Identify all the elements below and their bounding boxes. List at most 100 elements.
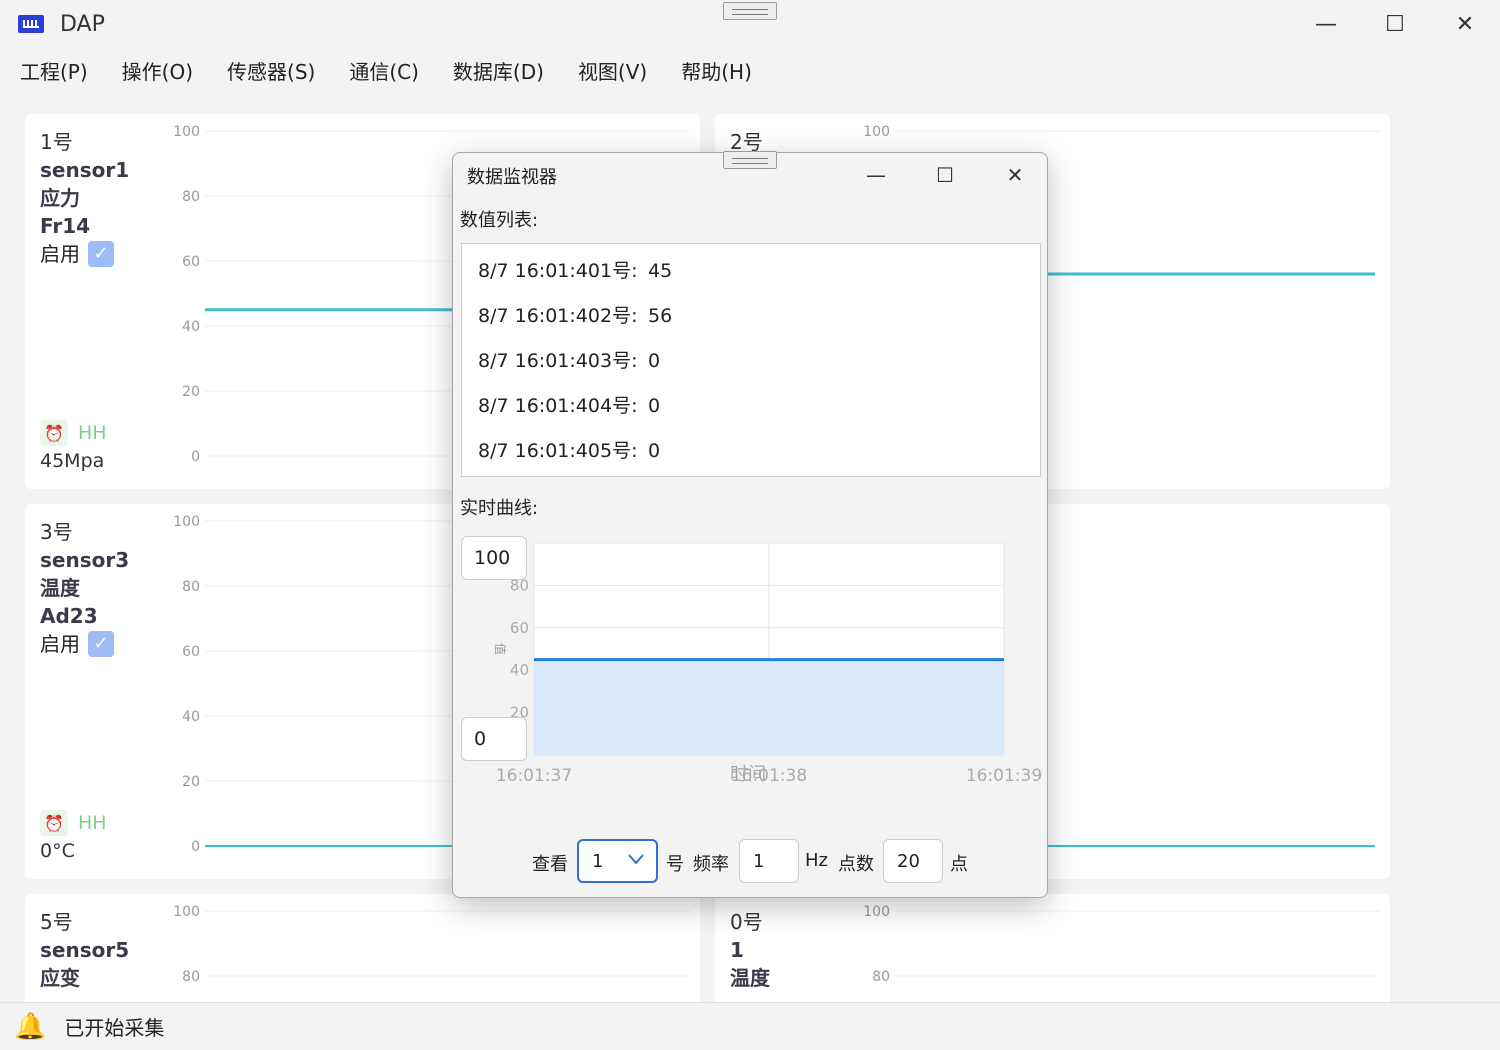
dialog-snap-handle[interactable] — [723, 151, 777, 169]
id-unit: 号 — [666, 854, 684, 875]
menu-operation[interactable]: 操作(O) — [122, 56, 193, 85]
close-button[interactable]: ✕ — [1430, 0, 1500, 48]
enable-checkbox[interactable]: ✓ — [88, 631, 114, 657]
points-unit: 点 — [950, 854, 968, 875]
status-bar: 🔔 已开始采集 — [0, 1002, 1500, 1050]
y-tick-label: 100 — [173, 514, 200, 530]
sensor-number: 0号 — [730, 910, 763, 934]
alarm-indicator: ⏰ HH — [40, 810, 107, 836]
value-list-label: 数值列表: — [460, 210, 539, 231]
realtime-curve-label: 实时曲线: — [460, 498, 539, 519]
list-item[interactable]: 8/7 16:01:403号: 0 — [478, 346, 660, 373]
minimize-button[interactable]: — — [1291, 0, 1361, 48]
app-title: DAP — [60, 11, 105, 37]
x-tick-label: 16:01:37 — [496, 766, 572, 786]
monitor-controls: 查看 1 号 频率 1 Hz 点数 20 点 — [453, 839, 1049, 883]
sensor-name: sensor3 — [40, 548, 130, 572]
alarm-indicator: ⏰ HH — [40, 420, 107, 446]
enable-label: 启用 — [40, 632, 80, 656]
y-tick-label: 60 — [182, 254, 200, 270]
menu-view[interactable]: 视图(V) — [578, 56, 647, 85]
sensor-chart: 100 80 — [173, 904, 690, 985]
menu-communication[interactable]: 通信(C) — [349, 56, 419, 85]
sensor-number: 1号 — [40, 130, 73, 154]
y-tick-label: 0 — [191, 839, 200, 855]
window-snap-handle[interactable] — [723, 2, 777, 20]
sensor-info: 3号 sensor3 温度 Ad23 启用 ✓ — [40, 518, 129, 658]
area-fill — [534, 659, 1004, 755]
y-tick-label: 40 — [182, 319, 200, 335]
list-item[interactable]: 8/7 16:01:401号: 45 — [478, 256, 672, 283]
y-tick-label: 60 — [182, 644, 200, 660]
realtime-chart: 80604020 时间 值 16:01:37 16:01:38 16:01:39 — [493, 542, 1042, 786]
maximize-button[interactable]: ☐ — [1360, 0, 1430, 48]
menu-help[interactable]: 帮助(H) — [681, 56, 752, 85]
sensor-info: 1号 sensor1 应力 Fr14 启用 ✓ — [40, 128, 129, 268]
sensor-type: 温度 — [40, 576, 80, 600]
sensor-card-6: 0号 1 温度 100 80 — [715, 894, 1390, 1002]
sensor-select[interactable]: 1 — [577, 839, 658, 883]
app-logo-icon — [18, 15, 44, 33]
y-tick-label: 80 — [182, 579, 200, 595]
status-text: 已开始采集 — [64, 1016, 165, 1040]
menu-bar: 工程(P) 操作(O) 传感器(S) 通信(C) 数据库(D) 视图(V) 帮助… — [0, 48, 1500, 92]
y-tick-label: 100 — [173, 904, 200, 920]
y-min-input[interactable]: 0 — [461, 717, 527, 761]
y-tick-label: 100 — [863, 904, 890, 920]
sensor-info: 5号 sensor5 应变 — [40, 908, 129, 992]
x-tick-label: 16:01:38 — [731, 766, 807, 786]
data-monitor-dialog: 数据监视器 — ☐ ✕ 数值列表: 8/7 16:01:401号: 45 8/7 … — [452, 151, 1049, 898]
dialog-close-button[interactable]: ✕ — [985, 157, 1045, 193]
y-tick-label: 60 — [510, 619, 529, 637]
dialog-minimize-button[interactable]: — — [846, 157, 906, 193]
sensor-type: 温度 — [730, 966, 770, 990]
sensor-code: Fr14 — [40, 214, 91, 238]
menu-database[interactable]: 数据库(D) — [453, 56, 544, 85]
alarm-level: HH — [78, 812, 107, 834]
sensor-number: 3号 — [40, 520, 73, 544]
sensor-info: 0号 1 温度 — [730, 908, 770, 992]
sensor-number: 5号 — [40, 910, 73, 934]
alarm-clock-icon: ⏰ — [40, 420, 68, 446]
enable-label: 启用 — [40, 242, 80, 266]
y-tick-label: 20 — [182, 774, 200, 790]
dialog-maximize-button[interactable]: ☐ — [915, 157, 975, 193]
enable-checkbox[interactable]: ✓ — [88, 241, 114, 267]
list-item[interactable]: 8/7 16:01:404号: 0 — [478, 391, 660, 418]
frequency-input[interactable]: 1 — [739, 839, 799, 883]
sensor-name: 1 — [730, 938, 744, 962]
y-tick-label: 0 — [191, 449, 200, 465]
sensor-type: 应变 — [40, 966, 80, 990]
y-tick-label: 40 — [182, 709, 200, 725]
freq-unit: Hz — [805, 850, 828, 871]
alarm-level: HH — [78, 422, 107, 444]
y-tick-label: 40 — [510, 661, 529, 679]
x-tick-label: 16:01:39 — [966, 766, 1042, 786]
alarm-clock-icon: ⏰ — [40, 810, 68, 836]
sensor-value: 0°C — [40, 840, 75, 862]
y-tick-label: 100 — [863, 124, 890, 140]
y-tick-label: 20 — [182, 384, 200, 400]
y-tick-label: 80 — [182, 969, 200, 985]
dialog-title: 数据监视器 — [467, 167, 557, 188]
menu-sensor[interactable]: 传感器(S) — [227, 56, 315, 85]
y-tick-label: 80 — [182, 189, 200, 205]
y-axis-title: 值 — [493, 643, 508, 655]
sensor-chart: 100 80 — [863, 904, 1380, 985]
points-input[interactable]: 20 — [883, 839, 943, 883]
view-label: 查看 — [532, 854, 568, 875]
points-label: 点数 — [838, 854, 874, 875]
list-item[interactable]: 8/7 16:01:405号: 0 — [478, 436, 660, 463]
sensor-type: 应力 — [40, 186, 80, 210]
sensor-name: sensor1 — [40, 158, 130, 182]
chevron-down-icon — [628, 854, 644, 865]
list-item[interactable]: 8/7 16:01:402号: 56 — [478, 301, 672, 328]
freq-label: 频率 — [693, 854, 729, 875]
sensor-card-5: 5号 sensor5 应变 100 80 — [25, 894, 700, 1002]
menu-project[interactable]: 工程(P) — [20, 56, 88, 85]
y-max-input[interactable]: 100 — [461, 536, 527, 580]
bell-icon[interactable]: 🔔 — [14, 1012, 46, 1042]
value-list[interactable]: 8/7 16:01:401号: 45 8/7 16:01:402号: 56 8/7 … — [461, 243, 1041, 477]
y-tick-label: 100 — [173, 124, 200, 140]
sensor-code: Ad23 — [40, 604, 98, 628]
